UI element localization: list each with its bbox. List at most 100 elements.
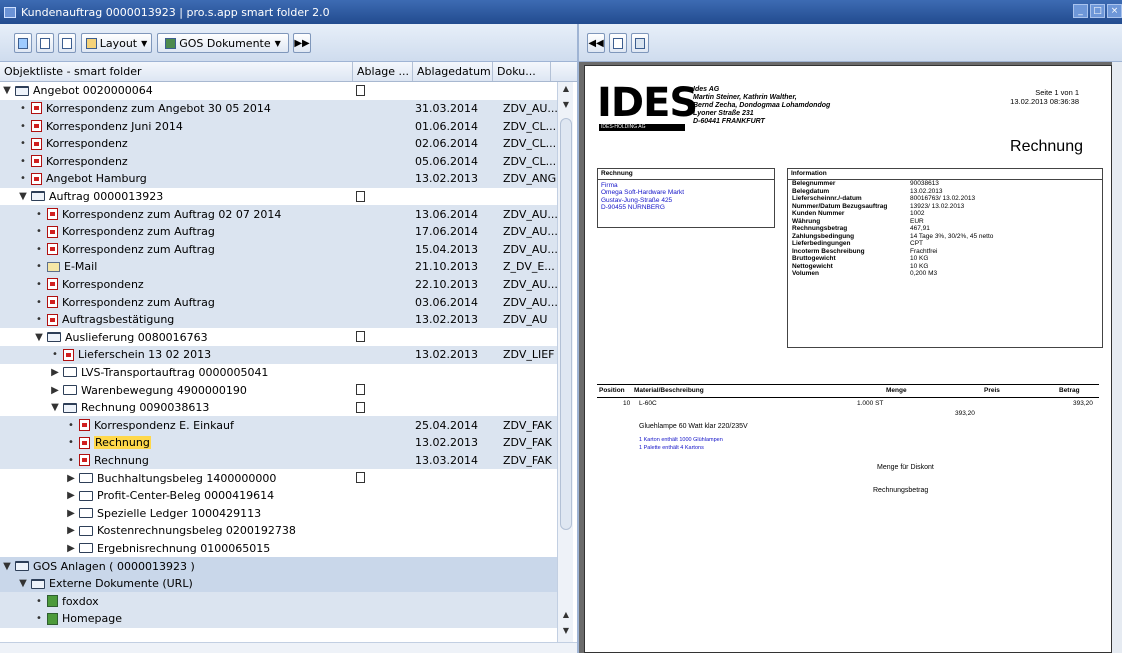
tree-row[interactable]: • E-Mail 21.10.2013 Z_DV_E...: [0, 258, 557, 276]
tree-node[interactable]: • E-Mail: [34, 260, 97, 273]
scroll-up-icon[interactable]: ▲: [560, 610, 572, 619]
tree-node[interactable]: ▶ Kostenrechnungsbeleg 0200192738: [66, 524, 296, 537]
tree-node[interactable]: ▼ Auftrag 0000013923: [18, 190, 163, 203]
col-ablage[interactable]: Ablage ...: [353, 62, 413, 81]
tree-row[interactable]: • Auftragsbestätigung 13.02.2013 ZDV_AU: [0, 310, 557, 329]
tree-row[interactable]: ▼ Externe Dokumente (URL): [0, 574, 557, 593]
tree-node[interactable]: • Korrespondenz E. Einkauf: [66, 419, 234, 432]
col-ablagedatum[interactable]: Ablagedatum: [413, 62, 493, 81]
tree-row[interactable]: • Korrespondenz E. Einkauf 25.04.2014 ZDV_F…: [0, 416, 557, 435]
gos-dokumente-button[interactable]: GOS Dokumente ▼: [157, 33, 289, 53]
tree-node[interactable]: ▶ Warenbewegung 4900000190: [50, 384, 247, 397]
tree-node[interactable]: • Rechnung: [66, 436, 151, 450]
tree-row[interactable]: • Rechnung 13.03.2014 ZDV_FAK: [0, 451, 557, 470]
tree-row[interactable]: ▶ Ergebnisrechnung 0100065015: [0, 540, 557, 558]
close-button[interactable]: ×: [1107, 4, 1122, 18]
edit-icon[interactable]: [609, 33, 627, 53]
expanded-arrow-icon[interactable]: ▼: [18, 191, 28, 202]
tree-node[interactable]: • Korrespondenz: [18, 137, 128, 150]
horizontal-scrollbar[interactable]: [0, 642, 577, 653]
tree-node[interactable]: • Korrespondenz zum Auftrag: [34, 296, 215, 309]
minimize-button[interactable]: _: [1073, 4, 1088, 18]
scroll-down-icon[interactable]: ▼: [560, 626, 572, 635]
tree-row[interactable]: ▶ Profit-Center-Beleg 0000419614: [0, 487, 557, 505]
tree-node[interactable]: ▼ GOS Anlagen ( 0000013923 ): [2, 560, 195, 573]
scroll-up-icon[interactable]: ▲: [560, 84, 572, 93]
viewer-scrollbar[interactable]: [1112, 62, 1122, 653]
tree-node[interactable]: • Korrespondenz zum Auftrag: [34, 243, 215, 256]
tree-row[interactable]: ▼ Rechnung 0090038613: [0, 399, 557, 417]
tree-node[interactable]: ▶ Profit-Center-Beleg 0000419614: [66, 489, 274, 502]
tree-node[interactable]: • Korrespondenz zum Angebot 30 05 2014: [18, 102, 271, 115]
tree-row[interactable]: ▶ LVS-Transportauftrag 0000005041: [0, 364, 557, 382]
filter-icon[interactable]: [36, 33, 54, 53]
tree-row[interactable]: • Korrespondenz zum Auftrag 15.04.2013 ZDV_…: [0, 240, 557, 259]
tree-row[interactable]: ▶ Kostenrechnungsbeleg 0200192738: [0, 522, 557, 540]
tree-row[interactable]: • Korrespondenz 02.06.2014 ZDV_CL...: [0, 134, 557, 153]
tree-node[interactable]: ▶ Ergebnisrechnung 0100065015: [66, 542, 270, 555]
tree-row[interactable]: • Korrespondenz 05.06.2014 ZDV_CL...: [0, 152, 557, 171]
tree-node[interactable]: ▼ Auslieferung 0080016763: [34, 331, 208, 344]
tree-row[interactable]: ▼ Auftrag 0000013923: [0, 188, 557, 206]
tree-node[interactable]: • Rechnung: [66, 454, 149, 467]
tree-row[interactable]: • Rechnung 13.02.2013 ZDV_FAK: [0, 434, 557, 452]
home-icon[interactable]: [58, 33, 76, 53]
expanded-arrow-icon[interactable]: ▼: [2, 85, 12, 96]
tree-row[interactable]: • foxdox: [0, 592, 557, 611]
tree-node[interactable]: ▶ LVS-Transportauftrag 0000005041: [50, 366, 268, 379]
vertical-scrollbar[interactable]: ▲ ▼ ▲ ▼: [557, 82, 573, 642]
tree-node[interactable]: • Angebot Hamburg: [18, 172, 147, 185]
tree-node[interactable]: ▶ Spezielle Ledger 1000429113: [66, 507, 261, 520]
tree-node[interactable]: • Lieferschein 13 02 2013: [50, 348, 211, 361]
collapsed-arrow-icon[interactable]: ▶: [50, 385, 60, 396]
expand-icon[interactable]: ▶▶: [293, 33, 311, 53]
collapsed-arrow-icon[interactable]: ▶: [66, 490, 76, 501]
collapse-icon[interactable]: ◀◀: [587, 33, 605, 53]
tree-row[interactable]: • Korrespondenz zum Auftrag 17.06.2014 ZDV_…: [0, 222, 557, 241]
expanded-arrow-icon[interactable]: ▼: [18, 578, 28, 589]
collapsed-arrow-icon[interactable]: ▶: [66, 543, 76, 554]
tree-row[interactable]: ▼ GOS Anlagen ( 0000013923 ): [0, 557, 557, 575]
collapsed-arrow-icon[interactable]: ▶: [50, 367, 60, 378]
collapsed-arrow-icon[interactable]: ▶: [66, 473, 76, 484]
tree-node[interactable]: • Korrespondenz: [18, 155, 128, 168]
tree-row[interactable]: ▼ Auslieferung 0080016763: [0, 328, 557, 346]
tree-node[interactable]: ▶ Buchhaltungsbeleg 1400000000: [66, 472, 276, 485]
tree-row[interactable]: • Korrespondenz Juni 2014 01.06.2014 ZDV_CL…: [0, 117, 557, 135]
tree-node[interactable]: ▼ Externe Dokumente (URL): [18, 577, 193, 590]
tree-node[interactable]: • Korrespondenz zum Auftrag 02 07 2014: [34, 208, 281, 221]
tree-node[interactable]: • Korrespondenz: [34, 278, 144, 291]
tree-row[interactable]: ▶ Warenbewegung 4900000190: [0, 381, 557, 399]
expanded-arrow-icon[interactable]: ▼: [50, 402, 60, 413]
maximize-button[interactable]: □: [1090, 4, 1105, 18]
collapsed-arrow-icon[interactable]: ▶: [66, 508, 76, 519]
expanded-arrow-icon[interactable]: ▼: [34, 332, 44, 343]
print-icon[interactable]: [631, 33, 649, 53]
tree-node[interactable]: ▼ Rechnung 0090038613: [50, 401, 209, 414]
tree-node[interactable]: • Korrespondenz Juni 2014: [18, 120, 183, 133]
tree-row[interactable]: • Homepage: [0, 610, 557, 628]
expanded-arrow-icon[interactable]: ▼: [2, 561, 12, 572]
tree-row[interactable]: ▶ Buchhaltungsbeleg 1400000000: [0, 469, 557, 487]
tree-row[interactable]: • Angebot Hamburg 13.02.2013 ZDV_ANG: [0, 170, 557, 188]
tree-row[interactable]: • Lieferschein 13 02 2013 13.02.2013 ZDV_LI…: [0, 346, 557, 364]
tree-node[interactable]: • Auftragsbestätigung: [34, 313, 174, 326]
tree-node-label: Homepage: [62, 612, 122, 626]
col-doku[interactable]: Doku...: [493, 62, 551, 81]
scroll-thumb[interactable]: [560, 118, 572, 530]
tree-row[interactable]: • Korrespondenz zum Auftrag 02 07 2014 13.…: [0, 205, 557, 223]
layout-button[interactable]: Layout ▼: [81, 33, 152, 53]
tree-row[interactable]: ▶ Spezielle Ledger 1000429113: [0, 504, 557, 522]
tree-row[interactable]: • Korrespondenz zum Angebot 30 05 2014 31.…: [0, 99, 557, 118]
tree-node[interactable]: • foxdox: [34, 595, 99, 608]
tree-row[interactable]: • Korrespondenz zum Auftrag 03.06.2014 ZDV_…: [0, 293, 557, 311]
tree-row[interactable]: ▼ Angebot 0020000064: [0, 82, 557, 100]
scroll-down-icon[interactable]: ▼: [560, 100, 572, 109]
tree-node[interactable]: • Homepage: [34, 612, 122, 625]
collapsed-arrow-icon[interactable]: ▶: [66, 525, 76, 536]
tree-node[interactable]: ▼ Angebot 0020000064: [2, 84, 153, 97]
tree-node[interactable]: • Korrespondenz zum Auftrag: [34, 225, 215, 238]
tree-row[interactable]: • Korrespondenz 22.10.2013 ZDV_AU...: [0, 275, 557, 294]
refresh-icon[interactable]: [14, 33, 32, 53]
col-objektliste[interactable]: Objektliste - smart folder: [0, 62, 353, 81]
